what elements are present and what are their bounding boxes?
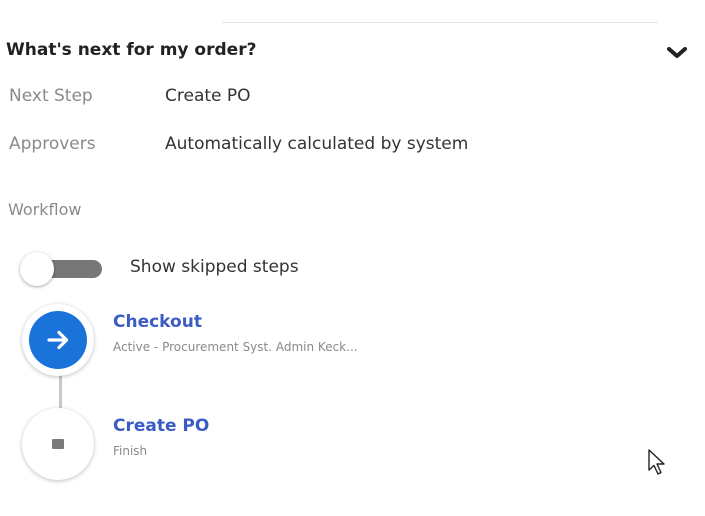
- step-title-create-po[interactable]: Create PO: [113, 416, 209, 436]
- next-step-label: Next Step: [9, 86, 93, 106]
- mouse-pointer-icon: [648, 449, 668, 479]
- show-skipped-steps-toggle[interactable]: Show skipped steps: [20, 252, 420, 286]
- stop-square-icon: [52, 439, 64, 449]
- toggle-knob[interactable]: [20, 252, 54, 286]
- step-circle: [22, 304, 94, 376]
- step-title-checkout[interactable]: Checkout: [113, 312, 202, 332]
- workflow-step-checkout[interactable]: Checkout Active - Procurement Syst. Admi…: [22, 304, 622, 376]
- arrow-right-icon: [47, 330, 69, 350]
- workflow-step-create-po[interactable]: Create PO Finish: [22, 408, 622, 480]
- chevron-down-icon[interactable]: [666, 44, 688, 62]
- next-step-value: Create PO: [165, 86, 251, 106]
- panel-title: What's next for my order?: [6, 40, 257, 60]
- toggle-label: Show skipped steps: [130, 257, 299, 277]
- order-next-panel-header[interactable]: What's next for my order?: [6, 40, 696, 68]
- workflow-label: Workflow: [8, 200, 82, 219]
- step-circle: [22, 408, 94, 480]
- approvers-value: Automatically calculated by system: [165, 134, 469, 154]
- step-badge-active: [29, 311, 87, 369]
- approvers-label: Approvers: [9, 134, 96, 154]
- step-subtitle-checkout: Active - Procurement Syst. Admin Keck...: [113, 340, 358, 354]
- step-badge-pending: [29, 415, 87, 473]
- top-divider: [222, 22, 658, 23]
- step-subtitle-create-po: Finish: [113, 444, 148, 458]
